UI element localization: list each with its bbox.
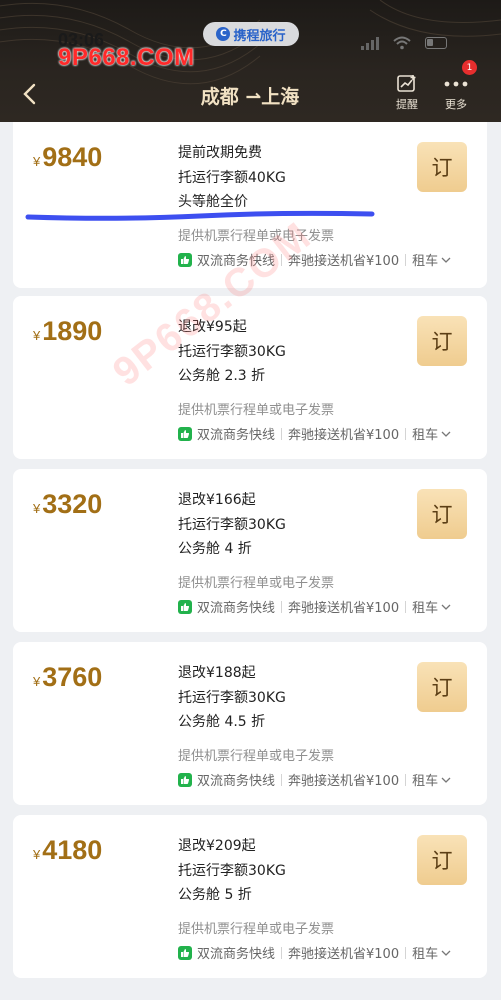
- tag-car[interactable]: 租车: [412, 770, 438, 789]
- flight-card[interactable]: ¥3760 退改¥188起 托运行李额30KG 公务舱 4.5 折 提供机票行程…: [13, 642, 487, 805]
- tag-service: 双流商务快线: [197, 428, 276, 443]
- more-button[interactable]: 更多: [439, 72, 473, 112]
- page-title: 成都 ⇀上海: [200, 86, 300, 108]
- baggage-allowance: 托运行李额40KG: [178, 169, 286, 186]
- more-dots-icon: [444, 81, 468, 87]
- thumbs-up-icon: [178, 599, 192, 614]
- flight-price: ¥1890: [33, 316, 103, 346]
- chevron-down-icon[interactable]: [441, 256, 451, 264]
- tag-car[interactable]: 租车: [412, 424, 438, 443]
- flight-info: 退改¥188起 托运行李额30KG 公务舱 4.5 折: [178, 661, 286, 735]
- invoice-note: 提供机票行程单或电子发票: [178, 749, 335, 764]
- change-policy: 退改¥188起: [178, 665, 256, 681]
- baggage-allowance: 托运行李额30KG: [178, 516, 286, 533]
- tag-transfer: 奔驰接送机省¥100: [288, 254, 400, 269]
- remind-button[interactable]: 提醒: [390, 72, 424, 112]
- book-button[interactable]: 订: [417, 316, 467, 366]
- baggage-allowance: 托运行李额30KG: [178, 343, 286, 360]
- change-policy: 退改¥95起: [178, 319, 247, 335]
- tag-service: 双流商务快线: [197, 254, 276, 269]
- book-button[interactable]: 订: [417, 489, 467, 539]
- chevron-down-icon[interactable]: [441, 776, 451, 784]
- back-arrow-icon[interactable]: [20, 82, 40, 106]
- book-button[interactable]: 订: [417, 835, 467, 885]
- book-button[interactable]: 订: [417, 662, 467, 712]
- cabin-class: 公务舱 5 折: [178, 887, 252, 903]
- flight-info: 退改¥95起 托运行李额30KG 公务舱 2.3 折: [178, 315, 286, 389]
- flight-card[interactable]: ¥1890 退改¥95起 托运行李额30KG 公务舱 2.3 折 提供机票行程单…: [13, 296, 487, 459]
- baggage-allowance: 托运行李额30KG: [178, 862, 286, 879]
- price-alert-icon: [397, 75, 416, 92]
- tag-service: 双流商务快线: [197, 947, 276, 962]
- baggage-allowance: 托运行李额30KG: [178, 689, 286, 706]
- flight-price: ¥3760: [33, 662, 103, 692]
- chevron-down-icon[interactable]: [441, 603, 451, 611]
- watermark-text: 9P668.COM: [58, 44, 195, 71]
- signal-icon: [361, 36, 379, 50]
- thumbs-up-icon: [178, 945, 192, 960]
- brand-pill: C 携程旅行: [203, 22, 299, 46]
- flight-info: 退改¥209起 托运行李额30KG 公务舱 5 折: [178, 834, 286, 908]
- flight-price: ¥4180: [33, 835, 103, 865]
- tag-transfer: 奔驰接送机省¥100: [288, 774, 400, 789]
- invoice-note: 提供机票行程单或电子发票: [178, 576, 335, 591]
- book-button[interactable]: 订: [417, 142, 467, 192]
- flight-info: 退改¥166起 托运行李额30KG 公务舱 4 折: [178, 488, 286, 562]
- service-tags: 双流商务快线 奔驰接送机省¥100 租车: [178, 770, 451, 789]
- invoice-note: 提供机票行程单或电子发票: [178, 229, 335, 244]
- flight-price: ¥3320: [33, 489, 103, 519]
- wifi-icon: [393, 36, 411, 50]
- tag-car[interactable]: 租车: [412, 597, 438, 616]
- change-policy: 提前改期免费: [178, 145, 262, 161]
- invoice-note: 提供机票行程单或电子发票: [178, 922, 335, 937]
- battery-icon: [425, 37, 447, 49]
- status-icons: [361, 36, 447, 50]
- brand-logo-icon: C: [216, 27, 231, 41]
- service-tags: 双流商务快线 奔驰接送机省¥100 租车: [178, 597, 451, 616]
- flight-info: 提前改期免费 托运行李额40KG 头等舱全价: [178, 141, 286, 215]
- more-label: 更多: [445, 98, 467, 111]
- thumbs-up-icon: [178, 252, 192, 267]
- tag-car[interactable]: 租车: [412, 943, 438, 962]
- tag-car[interactable]: 租车: [412, 250, 438, 269]
- chevron-down-icon[interactable]: [441, 949, 451, 957]
- change-policy: 退改¥166起: [178, 492, 256, 508]
- service-tags: 双流商务快线 奔驰接送机省¥100 租车: [178, 250, 451, 269]
- cabin-class: 公务舱 4.5 折: [178, 714, 266, 730]
- invoice-note: 提供机票行程单或电子发票: [178, 403, 335, 418]
- cabin-class: 公务舱 2.3 折: [178, 368, 266, 384]
- thumbs-up-icon: [178, 426, 192, 441]
- service-tags: 双流商务快线 奔驰接送机省¥100 租车: [178, 943, 451, 962]
- cabin-class: 头等舱全价: [178, 194, 248, 210]
- remind-label: 提醒: [396, 98, 418, 111]
- header-bar: 03:06 9P668.COM C 携程旅行 成都 ⇀上海 提醒 更多 1: [0, 0, 501, 122]
- chevron-down-icon[interactable]: [441, 430, 451, 438]
- flight-price: ¥9840: [33, 142, 103, 172]
- tag-transfer: 奔驰接送机省¥100: [288, 601, 400, 616]
- tag-transfer: 奔驰接送机省¥100: [288, 428, 400, 443]
- notification-badge: 1: [462, 60, 477, 75]
- brand-name: 携程旅行: [233, 28, 286, 44]
- service-tags: 双流商务快线 奔驰接送机省¥100 租车: [178, 424, 451, 443]
- tag-transfer: 奔驰接送机省¥100: [288, 947, 400, 962]
- change-policy: 退改¥209起: [178, 838, 256, 854]
- cabin-class: 公务舱 4 折: [178, 541, 252, 557]
- tag-service: 双流商务快线: [197, 601, 276, 616]
- thumbs-up-icon: [178, 772, 192, 787]
- flight-card[interactable]: ¥9840 提前改期免费 托运行李额40KG 头等舱全价 提供机票行程单或电子发…: [13, 122, 487, 288]
- tag-service: 双流商务快线: [197, 774, 276, 789]
- flight-card[interactable]: ¥3320 退改¥166起 托运行李额30KG 公务舱 4 折 提供机票行程单或…: [13, 469, 487, 632]
- flight-card[interactable]: ¥4180 退改¥209起 托运行李额30KG 公务舱 5 折 提供机票行程单或…: [13, 815, 487, 978]
